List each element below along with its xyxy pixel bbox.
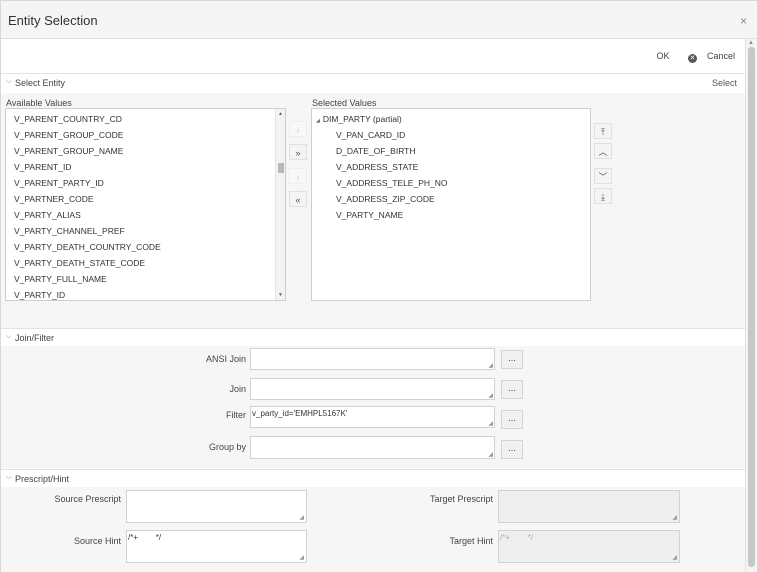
group-by-label: Group by [208,442,246,452]
available-values-label: Available Values [6,98,72,108]
available-values-list[interactable]: V_PARENT_COUNTRY_CD V_PARENT_GROUP_CODE … [5,108,286,301]
join-resize: ◢ [250,378,495,400]
list-item[interactable]: V_PARENT_GROUP_CODE [14,130,123,140]
scroll-up-icon[interactable]: ▲ [748,40,754,46]
group-by-resize: ◢ [250,436,495,459]
resize-grip-icon[interactable]: ◢ [488,362,493,369]
source-prescript-field[interactable]: ◢ [126,490,307,523]
entity-selection-dialog: Entity Selection × ▲ OK ✕ Cancel ⌵ Select… [0,0,758,572]
list-item[interactable]: V_PARENT_PARTY_ID [14,178,104,188]
source-prescript-label: Source Prescript [54,494,121,504]
select-link[interactable]: Select [712,78,737,88]
cancel-icon: ✕ [687,54,697,63]
selected-values-label: Selected Values [312,98,377,108]
list-item[interactable]: V_PARTY_FULL_NAME [14,274,107,284]
source-hint-value: /*+ */ [128,533,162,542]
resize-grip-icon[interactable]: ◢ [299,514,304,521]
tree-child-item[interactable]: V_PAN_CARD_ID [336,130,405,140]
dialog-actions: OK ✕ Cancel [648,51,735,63]
resize-grip-icon[interactable]: ◢ [488,451,493,458]
available-list-scroll-thumb[interactable] [278,163,284,173]
scroll-up-icon[interactable]: ▲ [278,111,283,117]
close-icon[interactable]: × [740,14,747,28]
section-title: Join/Filter [15,333,55,343]
tree-root-label: DIM_PARTY (partial) [322,114,402,124]
list-item[interactable]: V_PARTY_DEATH_STATE_CODE [14,258,145,268]
move-all-button[interactable]: » [289,144,307,160]
dialog-scrollbar[interactable]: ▲ [745,39,757,572]
filter-expression-button[interactable]: ... [501,410,523,429]
dialog-scrollbar-thumb[interactable] [748,47,755,567]
selected-values-tree[interactable]: ◢ DIM_PARTY (partial) V_PAN_CARD_ID D_DAT… [311,108,591,301]
filter-label: Filter [226,410,246,420]
join-filter-header[interactable]: ⌵ Join/Filter [1,328,745,346]
target-hint-field: /*+ */ ◢ [498,530,680,563]
remove-selected-button[interactable]: ‹ [289,168,307,184]
tree-child-item[interactable]: V_ADDRESS_TELE_PH_NO [336,178,448,188]
list-item[interactable]: V_PARTY_ALIAS [14,210,81,220]
move-bottom-button[interactable]: ⤓ [594,188,612,204]
chevron-down-icon: ⌵ [6,474,12,481]
list-item[interactable]: V_PARENT_COUNTRY_CD [14,114,122,124]
resize-grip-icon[interactable]: ◢ [488,420,493,427]
section-title: Prescript/Hint [15,474,70,484]
resize-grip-icon[interactable]: ◢ [488,392,493,399]
move-selected-button[interactable]: › [289,121,307,137]
ansi-join-expression-button[interactable]: ... [501,350,523,369]
tree-child-item[interactable]: D_DATE_OF_BIRTH [336,146,416,156]
list-item[interactable]: V_PARTY_ID [14,290,65,300]
list-item[interactable]: V_PARTNER_CODE [14,194,94,204]
tree-child-item[interactable]: V_PARTY_NAME [336,210,403,220]
cancel-button[interactable]: ✕ Cancel [680,51,735,63]
prescript-hint-header[interactable]: ⌵ Prescript/Hint [1,469,745,487]
join-label: Join [229,384,246,394]
dialog-title: Entity Selection [8,13,98,28]
group-by-expression-button[interactable]: ... [501,440,523,459]
list-item[interactable]: V_PARENT_ID [14,162,71,172]
filter-resize: ◢ [250,406,495,428]
list-item[interactable]: V_PARENT_GROUP_NAME [14,146,123,156]
ansi-join-label: ANSI Join [205,354,246,364]
tree-root-item[interactable]: ◢ DIM_PARTY (partial) [316,114,402,124]
list-item[interactable]: V_PARTY_DEATH_COUNTRY_CODE [14,242,161,252]
tree-child-item[interactable]: V_ADDRESS_ZIP_CODE [336,194,435,204]
target-hint-label: Target Hint [449,536,493,546]
expand-triangle-icon[interactable]: ◢ [316,118,320,124]
cancel-label: Cancel [706,51,735,61]
resize-grip-icon: ◢ [672,555,677,561]
move-top-button[interactable]: ⤒ [594,123,612,139]
remove-all-button[interactable]: « [289,191,307,207]
target-prescript-field: ◢ [498,490,680,523]
target-prescript-label: Target Prescript [429,494,493,504]
chevron-down-icon: ⌵ [6,333,12,340]
target-hint-value: /*+ */ [500,533,534,542]
dialog-titlebar: Entity Selection × [1,1,757,39]
ok-button[interactable]: OK [656,51,669,61]
available-list-scrollbar[interactable]: ▲ ▼ [275,109,285,300]
source-hint-label: Source Hint [73,536,121,546]
select-entity-header[interactable]: ⌵ Select Entity Select [1,73,745,91]
tree-child-item[interactable]: V_ADDRESS_STATE [336,162,418,172]
resize-grip-icon: ◢ [672,515,677,521]
chevron-down-icon: ⌵ [6,78,12,85]
source-hint-field[interactable]: /*+ */ ◢ [126,530,307,563]
move-down-button[interactable]: ﹀ [594,168,612,184]
scroll-down-icon[interactable]: ▼ [278,292,283,298]
section-title: Select Entity [15,78,66,88]
list-item[interactable]: V_PARTY_CHANNEL_PREF [14,226,125,236]
ansi-join-resize: ◢ [250,348,495,370]
join-expression-button[interactable]: ... [501,380,523,399]
resize-grip-icon[interactable]: ◢ [299,554,304,561]
move-up-button[interactable]: ︿ [594,143,612,159]
